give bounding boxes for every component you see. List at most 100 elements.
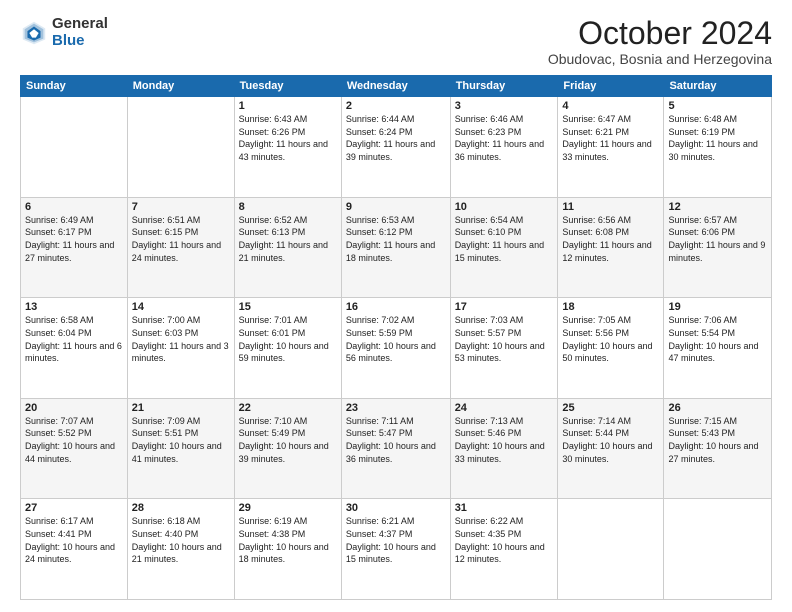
- day-number: 11: [562, 201, 659, 213]
- cell-3-3: 23Sunrise: 7:11 AM Sunset: 5:47 PM Dayli…: [341, 398, 450, 499]
- day-number: 17: [455, 301, 554, 313]
- cell-2-0: 13Sunrise: 6:58 AM Sunset: 6:04 PM Dayli…: [21, 298, 128, 399]
- day-info: Sunrise: 7:10 AM Sunset: 5:49 PM Dayligh…: [239, 415, 337, 465]
- cell-3-2: 22Sunrise: 7:10 AM Sunset: 5:49 PM Dayli…: [234, 398, 341, 499]
- logo-blue-text: Blue: [52, 33, 108, 50]
- week-row-4: 20Sunrise: 7:07 AM Sunset: 5:52 PM Dayli…: [21, 398, 772, 499]
- cell-4-0: 27Sunrise: 6:17 AM Sunset: 4:41 PM Dayli…: [21, 499, 128, 600]
- day-info: Sunrise: 6:57 AM Sunset: 6:06 PM Dayligh…: [668, 214, 767, 264]
- day-info: Sunrise: 7:15 AM Sunset: 5:43 PM Dayligh…: [668, 415, 767, 465]
- cell-4-4: 31Sunrise: 6:22 AM Sunset: 4:35 PM Dayli…: [450, 499, 558, 600]
- day-number: 12: [668, 201, 767, 213]
- col-monday: Monday: [127, 76, 234, 97]
- logo-icon: [20, 19, 48, 47]
- day-number: 14: [132, 301, 230, 313]
- cell-1-0: 6Sunrise: 6:49 AM Sunset: 6:17 PM Daylig…: [21, 197, 128, 298]
- day-number: 22: [239, 402, 337, 414]
- day-number: 16: [346, 301, 446, 313]
- logo-general-text: General: [52, 16, 108, 33]
- day-info: Sunrise: 6:58 AM Sunset: 6:04 PM Dayligh…: [25, 314, 123, 364]
- day-number: 26: [668, 402, 767, 414]
- day-number: 3: [455, 100, 554, 112]
- cell-2-3: 16Sunrise: 7:02 AM Sunset: 5:59 PM Dayli…: [341, 298, 450, 399]
- cell-3-4: 24Sunrise: 7:13 AM Sunset: 5:46 PM Dayli…: [450, 398, 558, 499]
- cell-0-1: [127, 97, 234, 198]
- cell-4-3: 30Sunrise: 6:21 AM Sunset: 4:37 PM Dayli…: [341, 499, 450, 600]
- day-number: 15: [239, 301, 337, 313]
- day-info: Sunrise: 6:52 AM Sunset: 6:13 PM Dayligh…: [239, 214, 337, 264]
- page: General Blue October 2024 Obudovac, Bosn…: [0, 0, 792, 612]
- cell-4-2: 29Sunrise: 6:19 AM Sunset: 4:38 PM Dayli…: [234, 499, 341, 600]
- day-info: Sunrise: 7:03 AM Sunset: 5:57 PM Dayligh…: [455, 314, 554, 364]
- day-number: 30: [346, 502, 446, 514]
- day-info: Sunrise: 7:06 AM Sunset: 5:54 PM Dayligh…: [668, 314, 767, 364]
- cell-1-1: 7Sunrise: 6:51 AM Sunset: 6:15 PM Daylig…: [127, 197, 234, 298]
- cell-0-0: [21, 97, 128, 198]
- day-info: Sunrise: 6:19 AM Sunset: 4:38 PM Dayligh…: [239, 515, 337, 565]
- calendar-table: Sunday Monday Tuesday Wednesday Thursday…: [20, 75, 772, 600]
- cell-0-6: 5Sunrise: 6:48 AM Sunset: 6:19 PM Daylig…: [664, 97, 772, 198]
- day-info: Sunrise: 6:43 AM Sunset: 6:26 PM Dayligh…: [239, 113, 337, 163]
- day-info: Sunrise: 6:51 AM Sunset: 6:15 PM Dayligh…: [132, 214, 230, 264]
- day-number: 10: [455, 201, 554, 213]
- day-info: Sunrise: 7:09 AM Sunset: 5:51 PM Dayligh…: [132, 415, 230, 465]
- cell-3-0: 20Sunrise: 7:07 AM Sunset: 5:52 PM Dayli…: [21, 398, 128, 499]
- day-info: Sunrise: 7:00 AM Sunset: 6:03 PM Dayligh…: [132, 314, 230, 364]
- col-wednesday: Wednesday: [341, 76, 450, 97]
- cell-2-5: 18Sunrise: 7:05 AM Sunset: 5:56 PM Dayli…: [558, 298, 664, 399]
- cell-4-1: 28Sunrise: 6:18 AM Sunset: 4:40 PM Dayli…: [127, 499, 234, 600]
- header: General Blue October 2024 Obudovac, Bosn…: [20, 16, 772, 67]
- day-info: Sunrise: 6:54 AM Sunset: 6:10 PM Dayligh…: [455, 214, 554, 264]
- cell-1-2: 8Sunrise: 6:52 AM Sunset: 6:13 PM Daylig…: [234, 197, 341, 298]
- cell-2-1: 14Sunrise: 7:00 AM Sunset: 6:03 PM Dayli…: [127, 298, 234, 399]
- day-number: 29: [239, 502, 337, 514]
- cell-0-4: 3Sunrise: 6:46 AM Sunset: 6:23 PM Daylig…: [450, 97, 558, 198]
- day-info: Sunrise: 6:47 AM Sunset: 6:21 PM Dayligh…: [562, 113, 659, 163]
- cell-1-6: 12Sunrise: 6:57 AM Sunset: 6:06 PM Dayli…: [664, 197, 772, 298]
- logo-text: General Blue: [52, 16, 108, 49]
- day-info: Sunrise: 6:17 AM Sunset: 4:41 PM Dayligh…: [25, 515, 123, 565]
- location-subtitle: Obudovac, Bosnia and Herzegovina: [548, 51, 772, 67]
- cell-0-2: 1Sunrise: 6:43 AM Sunset: 6:26 PM Daylig…: [234, 97, 341, 198]
- day-info: Sunrise: 7:07 AM Sunset: 5:52 PM Dayligh…: [25, 415, 123, 465]
- day-number: 6: [25, 201, 123, 213]
- col-thursday: Thursday: [450, 76, 558, 97]
- day-number: 13: [25, 301, 123, 313]
- cell-4-6: [664, 499, 772, 600]
- day-info: Sunrise: 6:21 AM Sunset: 4:37 PM Dayligh…: [346, 515, 446, 565]
- cell-0-5: 4Sunrise: 6:47 AM Sunset: 6:21 PM Daylig…: [558, 97, 664, 198]
- header-row: Sunday Monday Tuesday Wednesday Thursday…: [21, 76, 772, 97]
- month-title: October 2024: [548, 16, 772, 51]
- day-info: Sunrise: 6:53 AM Sunset: 6:12 PM Dayligh…: [346, 214, 446, 264]
- col-sunday: Sunday: [21, 76, 128, 97]
- day-number: 18: [562, 301, 659, 313]
- day-info: Sunrise: 7:05 AM Sunset: 5:56 PM Dayligh…: [562, 314, 659, 364]
- col-tuesday: Tuesday: [234, 76, 341, 97]
- title-block: October 2024 Obudovac, Bosnia and Herzeg…: [548, 16, 772, 67]
- day-info: Sunrise: 7:01 AM Sunset: 6:01 PM Dayligh…: [239, 314, 337, 364]
- day-info: Sunrise: 6:18 AM Sunset: 4:40 PM Dayligh…: [132, 515, 230, 565]
- col-friday: Friday: [558, 76, 664, 97]
- day-number: 20: [25, 402, 123, 414]
- day-info: Sunrise: 7:13 AM Sunset: 5:46 PM Dayligh…: [455, 415, 554, 465]
- day-number: 31: [455, 502, 554, 514]
- day-info: Sunrise: 6:46 AM Sunset: 6:23 PM Dayligh…: [455, 113, 554, 163]
- day-info: Sunrise: 7:11 AM Sunset: 5:47 PM Dayligh…: [346, 415, 446, 465]
- day-number: 9: [346, 201, 446, 213]
- day-number: 27: [25, 502, 123, 514]
- day-info: Sunrise: 6:48 AM Sunset: 6:19 PM Dayligh…: [668, 113, 767, 163]
- cell-2-4: 17Sunrise: 7:03 AM Sunset: 5:57 PM Dayli…: [450, 298, 558, 399]
- day-number: 5: [668, 100, 767, 112]
- day-info: Sunrise: 6:56 AM Sunset: 6:08 PM Dayligh…: [562, 214, 659, 264]
- cell-2-6: 19Sunrise: 7:06 AM Sunset: 5:54 PM Dayli…: [664, 298, 772, 399]
- day-number: 25: [562, 402, 659, 414]
- day-number: 24: [455, 402, 554, 414]
- day-number: 28: [132, 502, 230, 514]
- cell-4-5: [558, 499, 664, 600]
- cell-1-5: 11Sunrise: 6:56 AM Sunset: 6:08 PM Dayli…: [558, 197, 664, 298]
- week-row-5: 27Sunrise: 6:17 AM Sunset: 4:41 PM Dayli…: [21, 499, 772, 600]
- week-row-3: 13Sunrise: 6:58 AM Sunset: 6:04 PM Dayli…: [21, 298, 772, 399]
- cell-2-2: 15Sunrise: 7:01 AM Sunset: 6:01 PM Dayli…: [234, 298, 341, 399]
- col-saturday: Saturday: [664, 76, 772, 97]
- day-info: Sunrise: 6:22 AM Sunset: 4:35 PM Dayligh…: [455, 515, 554, 565]
